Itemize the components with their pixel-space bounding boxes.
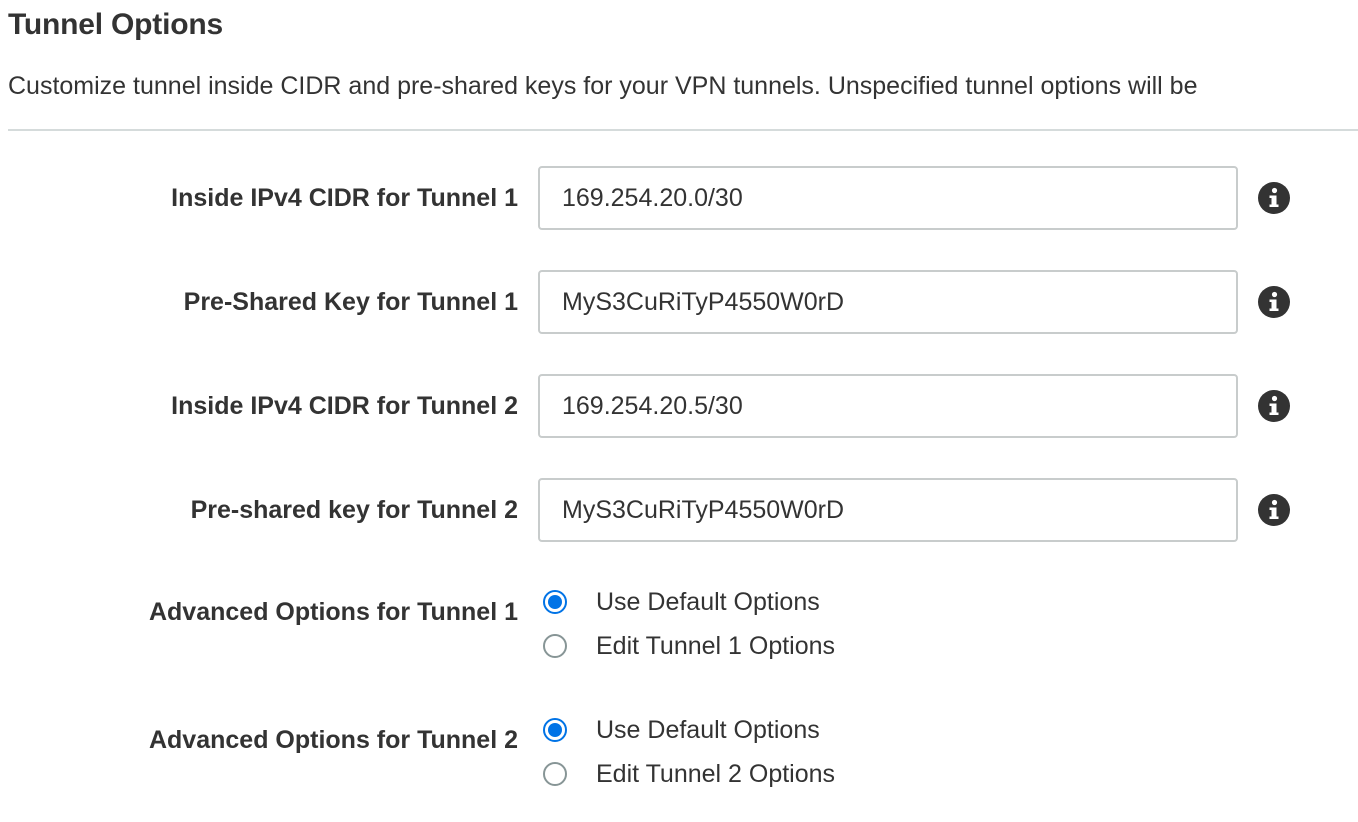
tunnel2-edit-options-radio[interactable]: Edit Tunnel 2 Options (543, 759, 835, 789)
info-icon[interactable] (1258, 390, 1290, 422)
tunnel1-psk-input[interactable] (538, 270, 1238, 334)
tunnel2-advanced-label: Advanced Options for Tunnel 2 (148, 726, 518, 754)
radio-option-label: Edit Tunnel 2 Options (596, 759, 836, 788)
radio-selected-icon[interactable] (543, 590, 567, 614)
info-icon[interactable] (1258, 494, 1290, 526)
info-icon[interactable] (1258, 182, 1290, 214)
tunnel1-edit-options-radio[interactable]: Edit Tunnel 1 Options (543, 631, 835, 661)
section-divider (8, 129, 1358, 131)
tunnel2-psk-row: Pre-shared key for Tunnel 2 (0, 478, 1358, 542)
tunnel2-use-default-radio[interactable]: Use Default Options (543, 715, 820, 745)
tunnel1-advanced-label: Advanced Options for Tunnel 1 (148, 598, 518, 626)
tunnel1-cidr-row: Inside IPv4 CIDR for Tunnel 1 (0, 166, 1358, 230)
tunnel1-psk-row: Pre-Shared Key for Tunnel 1 (0, 270, 1358, 334)
tunnel-options-page: Tunnel Options Customize tunnel inside C… (0, 0, 1358, 822)
tunnel2-cidr-label: Inside IPv4 CIDR for Tunnel 2 (171, 392, 518, 420)
tunnel2-psk-label: Pre-shared key for Tunnel 2 (190, 496, 518, 524)
info-icon[interactable] (1258, 286, 1290, 318)
radio-option-label: Use Default Options (596, 715, 820, 744)
tunnel1-psk-label: Pre-Shared Key for Tunnel 1 (183, 288, 518, 316)
section-description: Customize tunnel inside CIDR and pre-sha… (8, 72, 1198, 100)
tunnel1-cidr-input[interactable] (538, 166, 1238, 230)
tunnel2-cidr-input[interactable] (538, 374, 1238, 438)
radio-option-label: Use Default Options (596, 587, 820, 616)
radio-option-label: Edit Tunnel 1 Options (596, 631, 836, 660)
radio-selected-icon[interactable] (543, 718, 567, 742)
radio-unselected-icon[interactable] (543, 634, 567, 658)
radio-unselected-icon[interactable] (543, 762, 567, 786)
tunnel2-psk-input[interactable] (538, 478, 1238, 542)
tunnel2-cidr-row: Inside IPv4 CIDR for Tunnel 2 (0, 374, 1358, 438)
tunnel1-cidr-label: Inside IPv4 CIDR for Tunnel 1 (171, 184, 518, 212)
section-title: Tunnel Options (8, 8, 223, 41)
tunnel1-use-default-radio[interactable]: Use Default Options (543, 587, 820, 617)
